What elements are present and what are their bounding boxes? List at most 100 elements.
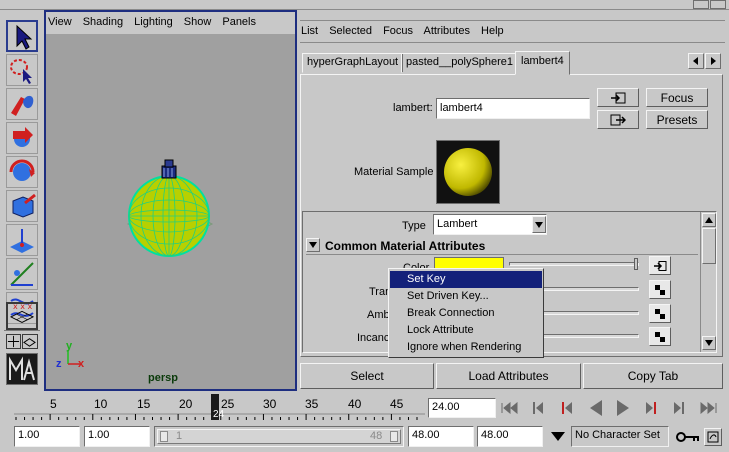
editor-menu-list[interactable]: List (301, 25, 318, 37)
tab-lambert4[interactable]: lambert4 (515, 51, 570, 75)
timeline-tick-40: 40 (348, 397, 362, 411)
play-forwards-button[interactable] (612, 397, 634, 419)
color-slider-handle[interactable] (634, 258, 638, 270)
viewport-scene[interactable] (46, 34, 295, 389)
manipulator-tool[interactable] (6, 224, 38, 256)
checker-icon (655, 331, 665, 342)
viewport-menu-lighting[interactable]: Lighting (134, 16, 173, 28)
current-time-field[interactable]: 24.00 (428, 398, 496, 418)
go-to-end-button[interactable] (696, 397, 718, 419)
auto-key-button[interactable] (674, 428, 702, 446)
top-scroll-arrow-left[interactable] (693, 0, 709, 9)
editor-menu-selected[interactable]: Selected (329, 25, 372, 37)
input-connection-icon (611, 92, 626, 103)
single-pane-layout-button[interactable] (6, 302, 38, 330)
editor-menu-attributes[interactable]: Attributes (423, 25, 469, 37)
start-time-field[interactable]: 1.00 (14, 426, 80, 447)
tab-scroll-right[interactable] (705, 53, 721, 69)
presets-button[interactable]: Presets (646, 110, 708, 129)
rotate-tool[interactable] (6, 156, 38, 188)
menu-item-set-driven-key[interactable]: Set Driven Key... (390, 288, 542, 305)
paint-select-tool[interactable] (6, 88, 38, 120)
chevron-down-icon (551, 432, 565, 441)
select-button[interactable]: Select (300, 363, 434, 389)
character-set-dropdown-arrow[interactable] (547, 426, 569, 447)
tool-box: x x x (0, 10, 44, 390)
type-dropdown[interactable]: Lambert (433, 214, 547, 235)
editor-menu-help[interactable]: Help (481, 25, 504, 37)
step-back-frame-button[interactable] (556, 397, 578, 419)
select-tool[interactable] (6, 20, 38, 52)
scroll-thumb[interactable] (702, 228, 716, 264)
menu-item-ignore-when-rendering[interactable]: Ignore when Rendering (390, 339, 542, 356)
menu-item-set-key[interactable]: Set Key (390, 271, 542, 288)
lasso-icon (10, 59, 32, 84)
move-arrows-icon (13, 127, 33, 147)
range-slider-right-handle[interactable] (390, 431, 398, 442)
color-slider-track[interactable] (509, 262, 639, 266)
end-time-field[interactable]: 48.00 (477, 426, 543, 447)
four-pane-layout-button[interactable] (6, 334, 21, 349)
menu-item-break-connection[interactable]: Break Connection (390, 305, 542, 322)
type-dropdown-arrow[interactable] (532, 216, 546, 233)
copy-tab-button[interactable]: Copy Tab (583, 363, 723, 389)
ambient-map-button[interactable] (649, 304, 671, 323)
scale-cube-icon (12, 193, 36, 218)
soft-modify-tool[interactable] (6, 258, 38, 290)
top-scroll-arrow-right[interactable] (710, 0, 726, 9)
playback-end-field[interactable]: 48.00 (408, 426, 474, 447)
lasso-tool[interactable] (6, 54, 38, 86)
menu-item-lock-attribute[interactable]: Lock Attribute (390, 322, 542, 339)
color-map-button[interactable] (649, 256, 671, 275)
triangle-right-icon (711, 57, 716, 65)
triangle-up-icon (705, 217, 713, 223)
character-set-field[interactable]: No Character Set (571, 426, 669, 447)
scale-tool[interactable] (6, 190, 38, 222)
viewport-menu-show[interactable]: Show (184, 16, 212, 28)
tab-hypergraph-layout[interactable]: hyperGraphLayout (302, 53, 404, 73)
step-back-key-button[interactable] (527, 397, 549, 419)
range-slider-end-label: 48 (370, 430, 383, 442)
step-forward-key-icon (674, 402, 684, 414)
tab-pasted-polysphere[interactable]: pasted__polySphere1 (401, 53, 519, 73)
output-connection-button[interactable] (597, 110, 639, 129)
range-slider-bar[interactable]: 1 48 (157, 429, 401, 444)
editor-menu-focus[interactable]: Focus (383, 25, 413, 37)
section-divider (306, 254, 698, 255)
maya-logo-button[interactable] (6, 353, 38, 385)
play-backwards-button[interactable] (585, 397, 607, 419)
editor-separator (300, 42, 725, 43)
range-slider-left-handle[interactable] (160, 431, 168, 442)
incandescence-map-button[interactable] (649, 327, 671, 346)
timeline-tick-45: 45 (390, 397, 404, 411)
scroll-down-arrow[interactable] (702, 336, 716, 350)
section-title: Common Material Attributes (325, 239, 486, 253)
step-forward-frame-button[interactable] (640, 397, 662, 419)
node-name-input[interactable]: lambert4 (436, 98, 590, 119)
connection-icon (654, 260, 667, 271)
load-attributes-button[interactable]: Load Attributes (436, 363, 581, 389)
range-slider[interactable]: 1 48 (154, 426, 404, 447)
scroll-up-arrow[interactable] (702, 213, 716, 227)
viewport-panel: View Shading Lighting Show Panels y z x … (44, 10, 297, 391)
viewport-menu-view[interactable]: View (48, 16, 72, 28)
key-icon (676, 432, 699, 442)
viewport-menu-panels[interactable]: Panels (222, 16, 256, 28)
viewport-menu-bar: View Shading Lighting Show Panels (46, 12, 295, 34)
go-to-start-button[interactable] (500, 397, 522, 419)
focus-button[interactable]: Focus (646, 88, 708, 107)
tab-scroll-left[interactable] (688, 53, 704, 69)
viewport-menu-shading[interactable]: Shading (83, 16, 123, 28)
attributes-scrollbar[interactable] (700, 212, 716, 352)
two-pane-layout-button[interactable] (22, 334, 38, 349)
sphere-object[interactable] (128, 175, 210, 257)
node-name-label: lambert: (393, 102, 433, 114)
move-tool[interactable] (6, 122, 38, 154)
play-backwards-icon (590, 400, 602, 416)
input-connection-button[interactable] (597, 88, 639, 107)
animation-preferences-button[interactable] (704, 428, 722, 446)
section-collapse-toggle[interactable] (306, 238, 320, 252)
step-forward-key-button[interactable] (668, 397, 690, 419)
transparency-map-button[interactable] (649, 280, 671, 299)
playback-start-field[interactable]: 1.00 (84, 426, 150, 447)
